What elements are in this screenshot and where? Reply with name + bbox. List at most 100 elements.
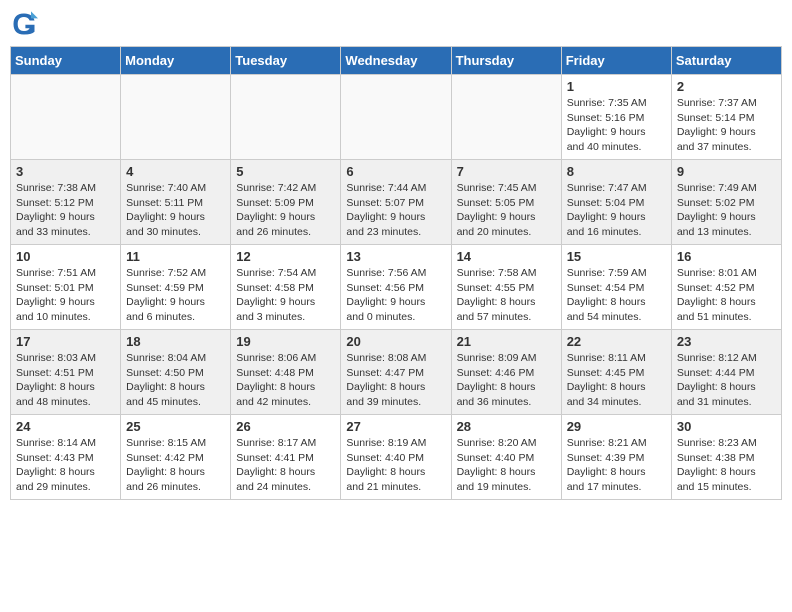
day-info: Sunrise: 7:37 AM Sunset: 5:14 PM Dayligh… — [677, 96, 776, 155]
calendar-cell: 2 Sunrise: 7:37 AM Sunset: 5:14 PM Daylig… — [671, 75, 781, 160]
day-number: 19 — [236, 334, 335, 349]
day-info: Sunrise: 7:42 AM Sunset: 5:09 PM Dayligh… — [236, 181, 335, 240]
day-info: Sunrise: 8:19 AM Sunset: 4:40 PM Dayligh… — [346, 436, 445, 495]
day-number: 21 — [457, 334, 556, 349]
day-number: 3 — [16, 164, 115, 179]
calendar-cell: 28 Sunrise: 8:20 AM Sunset: 4:40 PM Dayli… — [451, 415, 561, 500]
day-info: Sunrise: 7:44 AM Sunset: 5:07 PM Dayligh… — [346, 181, 445, 240]
day-number: 20 — [346, 334, 445, 349]
calendar-cell: 5 Sunrise: 7:42 AM Sunset: 5:09 PM Daylig… — [231, 160, 341, 245]
calendar-cell: 4 Sunrise: 7:40 AM Sunset: 5:11 PM Daylig… — [121, 160, 231, 245]
day-header-saturday: Saturday — [671, 47, 781, 75]
day-info: Sunrise: 8:06 AM Sunset: 4:48 PM Dayligh… — [236, 351, 335, 410]
calendar-cell: 16 Sunrise: 8:01 AM Sunset: 4:52 PM Dayli… — [671, 245, 781, 330]
calendar-cell: 6 Sunrise: 7:44 AM Sunset: 5:07 PM Daylig… — [341, 160, 451, 245]
calendar-week-row: 17Sunrise: 8:03 AM Sunset: 4:51 PM Dayli… — [11, 330, 782, 415]
day-number: 28 — [457, 419, 556, 434]
day-header-sunday: Sunday — [11, 47, 121, 75]
calendar-week-row: 1 Sunrise: 7:35 AM Sunset: 5:16 PM Daylig… — [11, 75, 782, 160]
day-header-monday: Monday — [121, 47, 231, 75]
calendar-cell — [11, 75, 121, 160]
calendar-cell: 12Sunrise: 7:54 AM Sunset: 4:58 PM Dayli… — [231, 245, 341, 330]
calendar-cell: 23 Sunrise: 8:12 AM Sunset: 4:44 PM Dayli… — [671, 330, 781, 415]
calendar-cell — [121, 75, 231, 160]
calendar-cell: 9 Sunrise: 7:49 AM Sunset: 5:02 PM Daylig… — [671, 160, 781, 245]
calendar-cell: 15Sunrise: 7:59 AM Sunset: 4:54 PM Dayli… — [561, 245, 671, 330]
day-info: Sunrise: 7:56 AM Sunset: 4:56 PM Dayligh… — [346, 266, 445, 325]
day-info: Sunrise: 7:35 AM Sunset: 5:16 PM Dayligh… — [567, 96, 666, 155]
day-number: 18 — [126, 334, 225, 349]
calendar-cell — [451, 75, 561, 160]
day-number: 2 — [677, 79, 776, 94]
calendar-cell: 14 Sunrise: 7:58 AM Sunset: 4:55 PM Dayli… — [451, 245, 561, 330]
day-info: Sunrise: 8:23 AM Sunset: 4:38 PM Dayligh… — [677, 436, 776, 495]
calendar-cell — [341, 75, 451, 160]
day-number: 8 — [567, 164, 666, 179]
day-number: 14 — [457, 249, 556, 264]
day-info: Sunrise: 7:47 AM Sunset: 5:04 PM Dayligh… — [567, 181, 666, 240]
day-info: Sunrise: 7:58 AM Sunset: 4:55 PM Dayligh… — [457, 266, 556, 325]
day-number: 1 — [567, 79, 666, 94]
day-info: Sunrise: 8:04 AM Sunset: 4:50 PM Dayligh… — [126, 351, 225, 410]
day-info: Sunrise: 8:09 AM Sunset: 4:46 PM Dayligh… — [457, 351, 556, 410]
day-number: 16 — [677, 249, 776, 264]
calendar-cell: 24 Sunrise: 8:14 AM Sunset: 4:43 PM Dayli… — [11, 415, 121, 500]
calendar-cell: 26 Sunrise: 8:17 AM Sunset: 4:41 PM Dayli… — [231, 415, 341, 500]
calendar-cell: 22 Sunrise: 8:11 AM Sunset: 4:45 PM Dayli… — [561, 330, 671, 415]
calendar-cell: 27 Sunrise: 8:19 AM Sunset: 4:40 PM Dayli… — [341, 415, 451, 500]
day-info: Sunrise: 7:45 AM Sunset: 5:05 PM Dayligh… — [457, 181, 556, 240]
calendar-header-row: SundayMondayTuesdayWednesdayThursdayFrid… — [11, 47, 782, 75]
day-number: 24 — [16, 419, 115, 434]
day-info: Sunrise: 7:59 AM Sunset: 4:54 PM Dayligh… — [567, 266, 666, 325]
day-info: Sunrise: 8:15 AM Sunset: 4:42 PM Dayligh… — [126, 436, 225, 495]
day-number: 6 — [346, 164, 445, 179]
day-number: 25 — [126, 419, 225, 434]
day-info: Sunrise: 8:01 AM Sunset: 4:52 PM Dayligh… — [677, 266, 776, 325]
day-number: 17 — [16, 334, 115, 349]
calendar-cell: 1 Sunrise: 7:35 AM Sunset: 5:16 PM Daylig… — [561, 75, 671, 160]
calendar-cell: 8 Sunrise: 7:47 AM Sunset: 5:04 PM Daylig… — [561, 160, 671, 245]
day-info: Sunrise: 7:49 AM Sunset: 5:02 PM Dayligh… — [677, 181, 776, 240]
day-info: Sunrise: 8:11 AM Sunset: 4:45 PM Dayligh… — [567, 351, 666, 410]
day-number: 26 — [236, 419, 335, 434]
calendar-cell: 17Sunrise: 8:03 AM Sunset: 4:51 PM Dayli… — [11, 330, 121, 415]
day-header-wednesday: Wednesday — [341, 47, 451, 75]
day-info: Sunrise: 8:14 AM Sunset: 4:43 PM Dayligh… — [16, 436, 115, 495]
calendar-cell: 10 Sunrise: 7:51 AM Sunset: 5:01 PM Dayli… — [11, 245, 121, 330]
calendar-cell: 3 Sunrise: 7:38 AM Sunset: 5:12 PM Daylig… — [11, 160, 121, 245]
calendar-cell: 29Sunrise: 8:21 AM Sunset: 4:39 PM Dayli… — [561, 415, 671, 500]
calendar-cell: 21 Sunrise: 8:09 AM Sunset: 4:46 PM Dayli… — [451, 330, 561, 415]
day-number: 4 — [126, 164, 225, 179]
day-number: 9 — [677, 164, 776, 179]
day-header-tuesday: Tuesday — [231, 47, 341, 75]
day-number: 29 — [567, 419, 666, 434]
day-number: 22 — [567, 334, 666, 349]
day-info: Sunrise: 8:08 AM Sunset: 4:47 PM Dayligh… — [346, 351, 445, 410]
day-number: 30 — [677, 419, 776, 434]
calendar-cell: 25 Sunrise: 8:15 AM Sunset: 4:42 PM Dayli… — [121, 415, 231, 500]
day-info: Sunrise: 7:51 AM Sunset: 5:01 PM Dayligh… — [16, 266, 115, 325]
day-info: Sunrise: 7:40 AM Sunset: 5:11 PM Dayligh… — [126, 181, 225, 240]
calendar-week-row: 10 Sunrise: 7:51 AM Sunset: 5:01 PM Dayli… — [11, 245, 782, 330]
day-info: Sunrise: 8:20 AM Sunset: 4:40 PM Dayligh… — [457, 436, 556, 495]
day-number: 11 — [126, 249, 225, 264]
calendar-week-row: 3 Sunrise: 7:38 AM Sunset: 5:12 PM Daylig… — [11, 160, 782, 245]
calendar-cell: 13Sunrise: 7:56 AM Sunset: 4:56 PM Dayli… — [341, 245, 451, 330]
day-number: 5 — [236, 164, 335, 179]
day-number: 23 — [677, 334, 776, 349]
day-info: Sunrise: 7:38 AM Sunset: 5:12 PM Dayligh… — [16, 181, 115, 240]
day-number: 10 — [16, 249, 115, 264]
day-info: Sunrise: 8:17 AM Sunset: 4:41 PM Dayligh… — [236, 436, 335, 495]
logo — [10, 10, 40, 38]
day-header-friday: Friday — [561, 47, 671, 75]
logo-icon — [10, 10, 38, 38]
day-number: 7 — [457, 164, 556, 179]
calendar-week-row: 24 Sunrise: 8:14 AM Sunset: 4:43 PM Dayli… — [11, 415, 782, 500]
calendar-cell — [231, 75, 341, 160]
day-info: Sunrise: 7:52 AM Sunset: 4:59 PM Dayligh… — [126, 266, 225, 325]
day-info: Sunrise: 8:12 AM Sunset: 4:44 PM Dayligh… — [677, 351, 776, 410]
calendar-cell: 30 Sunrise: 8:23 AM Sunset: 4:38 PM Dayli… — [671, 415, 781, 500]
day-info: Sunrise: 7:54 AM Sunset: 4:58 PM Dayligh… — [236, 266, 335, 325]
calendar-table: SundayMondayTuesdayWednesdayThursdayFrid… — [10, 46, 782, 500]
day-number: 27 — [346, 419, 445, 434]
